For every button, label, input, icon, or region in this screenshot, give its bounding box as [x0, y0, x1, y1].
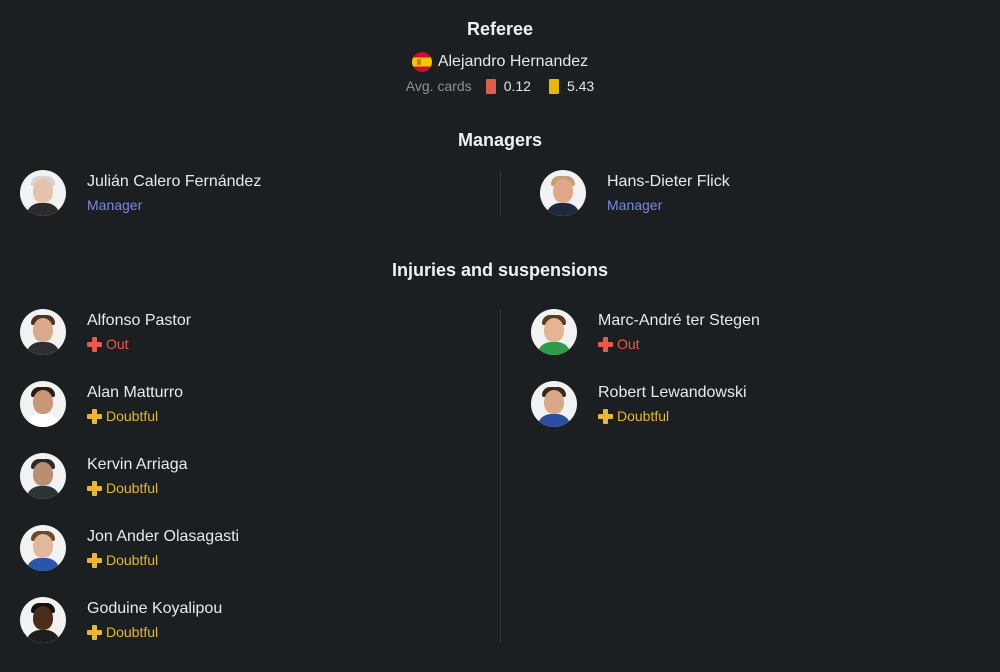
injuries-divider — [500, 309, 501, 643]
manager-role: Manager — [607, 197, 663, 213]
manager-role: Manager — [87, 197, 143, 213]
injury-row[interactable]: Marc-André ter Stegen Out — [531, 309, 760, 355]
managers-heading: Managers — [457, 130, 543, 150]
player-status: Out — [598, 335, 760, 353]
avatar — [20, 453, 66, 499]
avatar — [540, 170, 586, 216]
avg-cards-label: Avg. cards — [405, 78, 472, 94]
player-status: Out — [87, 335, 191, 353]
injury-cross-icon — [87, 336, 102, 352]
referee-name: Alejandro Hernandez — [437, 53, 589, 70]
player-name: Alan Matturro — [87, 384, 184, 401]
player-name: Goduine Koyalipou — [87, 600, 223, 617]
status-label: Out — [617, 336, 640, 352]
status-label: Doubtful — [106, 624, 159, 640]
manager-home[interactable]: Julián Calero Fernández Manager — [20, 170, 261, 216]
injury-row[interactable]: Alfonso Pastor Out — [20, 309, 191, 355]
player-name: Alfonso Pastor — [87, 312, 192, 329]
player-status: Doubtful — [87, 623, 222, 641]
yellow-cards-value: 5.43 — [566, 78, 595, 94]
spain-flag-icon — [411, 52, 432, 72]
status-label: Doubtful — [106, 408, 159, 424]
status-label: Doubtful — [106, 552, 159, 568]
injury-row[interactable]: Jon Ander Olasagasti Doubtful — [20, 525, 239, 571]
referee-cards-row: Avg. cards 0.12 5.43 — [0, 78, 1000, 94]
injury-cross-icon — [87, 480, 102, 496]
manager-name: Julián Calero Fernández — [87, 173, 262, 190]
status-label: Doubtful — [617, 408, 670, 424]
avatar — [20, 309, 66, 355]
player-name: Jon Ander Olasagasti — [87, 528, 240, 545]
player-name: Kervin Arriaga — [87, 456, 188, 473]
player-status: Doubtful — [87, 551, 239, 569]
player-status: Doubtful — [598, 407, 747, 425]
referee-heading: Referee — [466, 19, 534, 39]
player-status: Doubtful — [87, 479, 188, 497]
match-info-panel: Referee Alejandro Hernandez Avg. cards 0… — [0, 0, 1000, 672]
red-cards-value: 0.12 — [503, 78, 531, 94]
injury-cross-icon — [87, 408, 102, 424]
injury-row[interactable]: Kervin Arriaga Doubtful — [20, 453, 188, 499]
injuries-heading: Injuries and suspensions — [391, 260, 609, 280]
manager-name: Hans-Dieter Flick — [607, 173, 730, 190]
avatar — [20, 525, 66, 571]
injury-row[interactable]: Goduine Koyalipou Doubtful — [20, 597, 222, 643]
player-status: Doubtful — [87, 407, 183, 425]
injury-cross-icon — [598, 336, 613, 352]
player-name: Robert Lewandowski — [598, 384, 747, 401]
red-card-icon — [485, 78, 496, 94]
avatar — [20, 381, 66, 427]
avatar — [20, 170, 66, 216]
status-label: Out — [106, 336, 129, 352]
player-name: Marc-André ter Stegen — [598, 312, 760, 329]
injury-cross-icon — [598, 408, 613, 424]
injury-row[interactable]: Alan Matturro Doubtful — [20, 381, 183, 427]
managers-divider — [500, 170, 501, 216]
status-label: Doubtful — [106, 480, 159, 496]
avatar — [531, 309, 577, 355]
manager-away[interactable]: Hans-Dieter Flick Manager — [540, 170, 730, 216]
avatar — [20, 597, 66, 643]
referee-name-row: Alejandro Hernandez — [0, 52, 1000, 72]
yellow-card-icon — [548, 78, 559, 94]
injury-cross-icon — [87, 552, 102, 568]
avatar — [531, 381, 577, 427]
injury-cross-icon — [87, 624, 102, 640]
injury-row[interactable]: Robert Lewandowski Doubtful — [531, 381, 747, 427]
